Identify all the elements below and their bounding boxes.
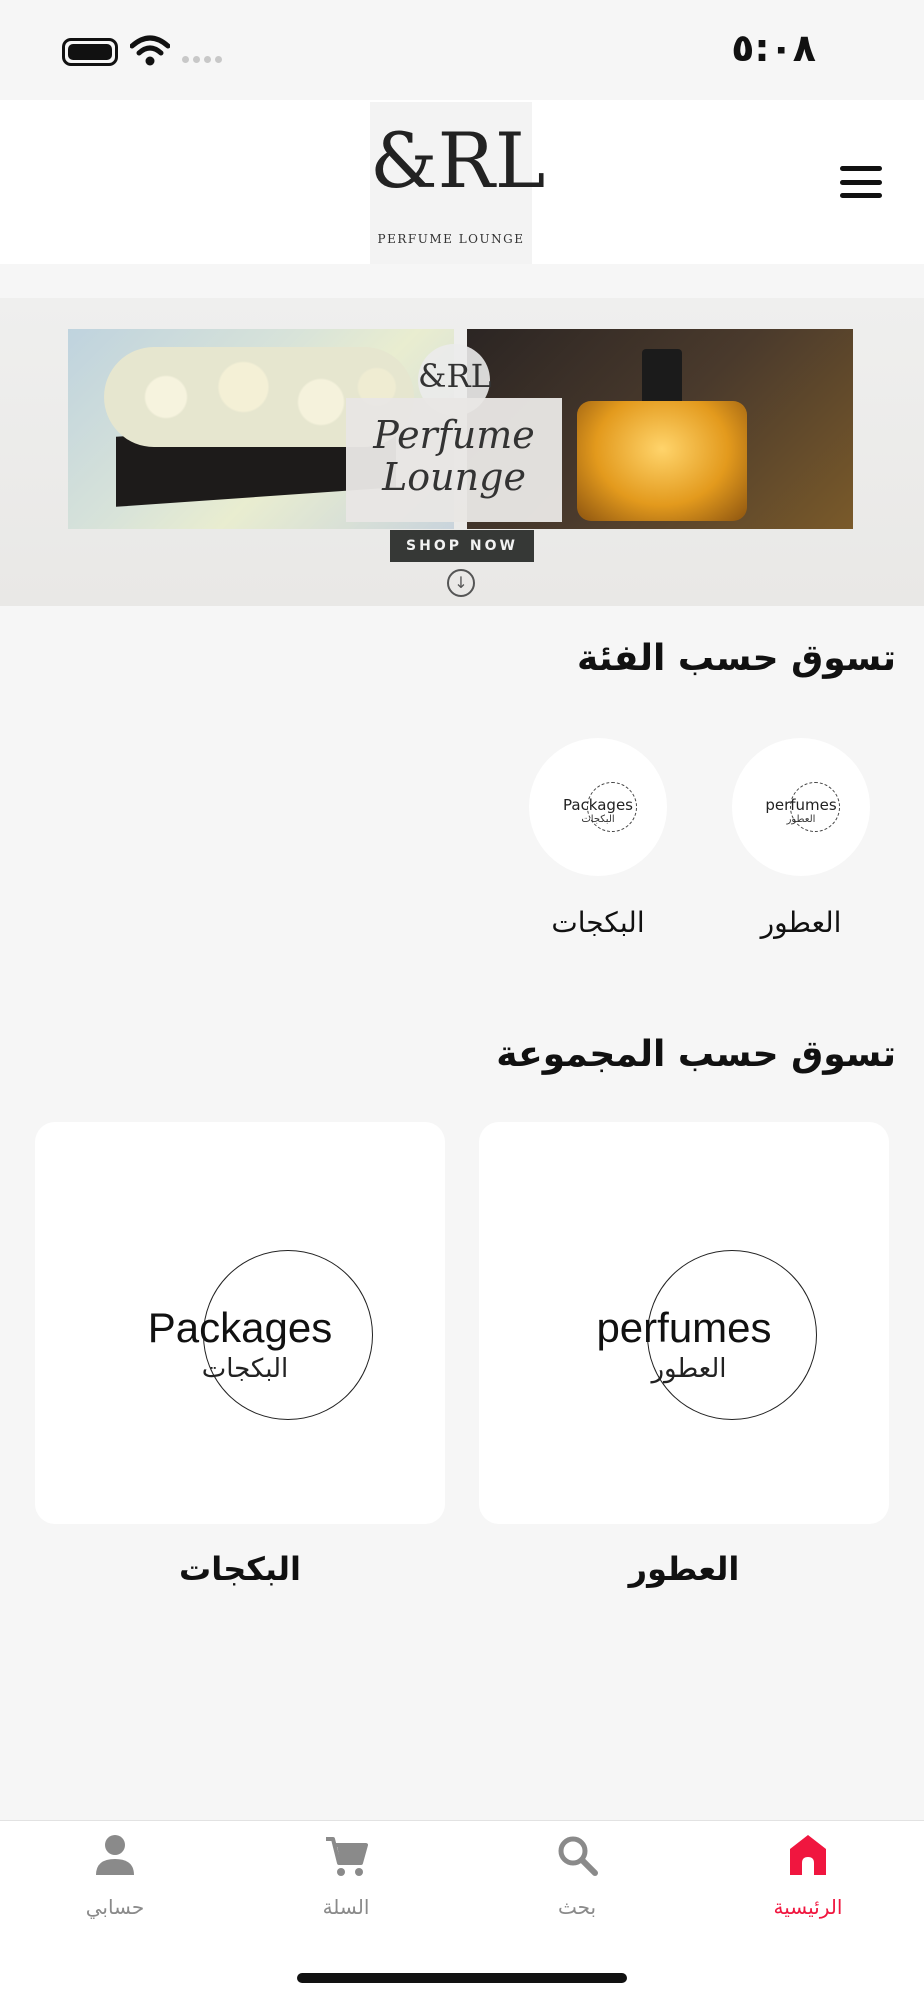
collection-image-ar: العطور (651, 1354, 727, 1384)
nav-account[interactable]: حسابي (35, 1831, 195, 1951)
banner-title-line2: Lounge (382, 455, 526, 499)
logo-mark: &RL (370, 116, 546, 205)
hamburger-icon[interactable] (840, 166, 882, 198)
banner-title-line1: Perfume (373, 413, 535, 457)
collection-label: البكجات (179, 1550, 301, 1588)
bottom-nav: الرئيسية بحث السلة حسابي (0, 1820, 924, 2000)
category-image: Packages البكجات (529, 738, 667, 876)
banner-title: Perfume Lounge (346, 398, 562, 522)
nav-cart[interactable]: السلة (266, 1831, 426, 1951)
category-perfumes[interactable]: perfumes العطور العطور (731, 738, 871, 939)
user-icon (96, 1835, 134, 1875)
logo-text: PERFUME LOUNGE (377, 232, 525, 246)
collections-title: تسوق حسب المجموعة (496, 1034, 896, 1075)
category-image-ar: البكجات (581, 814, 615, 825)
collection-packages[interactable]: Packages البكجات البكجات (35, 1122, 445, 1588)
nav-account-label: حسابي (85, 1895, 145, 1919)
nav-home[interactable]: الرئيسية (728, 1831, 888, 1951)
brand-logo[interactable]: &RL PERFUME LOUNGE (370, 102, 546, 264)
category-label: البكجات (551, 906, 645, 939)
shop-now-button[interactable]: SHOP NOW (390, 530, 534, 562)
promo-banner[interactable]: &RL Perfume Lounge SHOP NOW ↓ (0, 298, 924, 606)
status-bar: ٥:٠٨ (0, 0, 924, 100)
app-header: &RL PERFUME LOUNGE (0, 100, 924, 264)
category-packages[interactable]: Packages البكجات البكجات (528, 738, 668, 939)
nav-cart-label: السلة (322, 1895, 370, 1919)
category-image-ar: العطور (786, 814, 816, 825)
search-icon (558, 1836, 598, 1876)
nav-home-label: الرئيسية (773, 1895, 843, 1919)
home-icon (790, 1835, 826, 1875)
collection-image: perfumes العطور (479, 1122, 889, 1524)
categories-title: تسوق حسب الفئة (577, 638, 896, 679)
status-time: ٥:٠٨ (731, 26, 816, 70)
collection-image: Packages البكجات (35, 1122, 445, 1524)
category-image: perfumes العطور (732, 738, 870, 876)
nav-search[interactable]: بحث (497, 1831, 657, 1951)
battery-icon (62, 38, 118, 66)
collection-image-ar: البكجات (201, 1354, 289, 1384)
cart-icon (326, 1837, 368, 1876)
home-indicator[interactable] (297, 1973, 627, 1983)
collection-perfumes[interactable]: perfumes العطور العطور (479, 1122, 889, 1588)
nav-search-label: بحث (557, 1895, 597, 1919)
arrow-down-icon[interactable]: ↓ (447, 569, 475, 597)
category-image-en: perfumes (765, 796, 837, 814)
category-image-en: Packages (563, 796, 633, 814)
collection-image-en: perfumes (596, 1304, 772, 1351)
collection-label: العطور (628, 1550, 740, 1588)
category-label: العطور (760, 906, 842, 939)
collection-image-en: Packages (147, 1304, 333, 1351)
wifi-icon (130, 35, 170, 66)
signal-icon (182, 56, 222, 63)
